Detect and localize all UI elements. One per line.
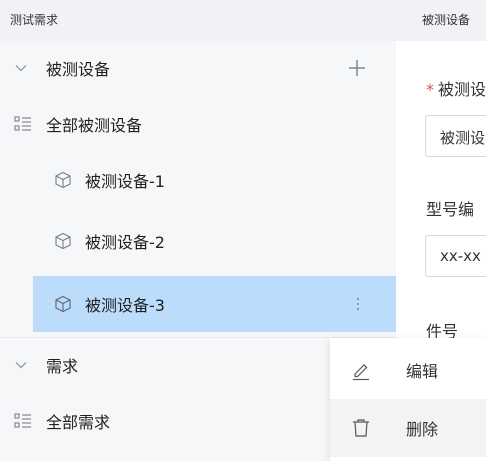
model-input[interactable]: xx-xx [425, 235, 486, 277]
group-header-devices[interactable]: 被测设备 [0, 41, 396, 95]
cube-icon [55, 232, 71, 250]
tree-panel-header: 测试需求 [0, 0, 396, 41]
name-input[interactable]: 被测设 [425, 115, 486, 157]
cube-icon [55, 295, 71, 313]
tree-item-label: 全部被测设备 [46, 116, 143, 135]
group-title: 需求 [46, 357, 79, 376]
tree-item-label: 全部需求 [46, 413, 111, 432]
tree-item-label: 被测设备-1 [85, 172, 165, 191]
list-icon [14, 413, 31, 428]
menu-item-delete[interactable]: 删除 [330, 399, 486, 457]
tree-item-label: 被测设备-3 [85, 296, 165, 315]
context-menu: 编辑 删除 [330, 338, 486, 461]
tree-item-device[interactable]: 被测设备-1 [0, 153, 396, 207]
cube-icon [55, 171, 71, 189]
field-label-model: 型号编 [426, 200, 475, 219]
detail-panel-title: 被测设备 [422, 13, 471, 27]
tree-item-label: 被测设备-2 [85, 233, 165, 252]
tree-item-all-devices[interactable]: 全部被测设备 [0, 97, 396, 151]
add-icon[interactable] [348, 59, 366, 77]
required-mark: * [426, 80, 434, 99]
detail-panel-header: 被测设备 [396, 0, 486, 41]
chevron-down-icon[interactable] [14, 358, 28, 372]
input-value: xx-xx [440, 247, 481, 265]
tree-item-device[interactable]: 被测设备-2 [0, 214, 396, 268]
menu-item-label: 编辑 [406, 362, 439, 381]
input-value: 被测设 [440, 129, 486, 147]
panel-title: 测试需求 [10, 13, 59, 27]
menu-item-edit[interactable]: 编辑 [330, 341, 486, 399]
list-icon [14, 116, 31, 131]
trash-icon [353, 419, 369, 437]
chevron-down-icon[interactable] [14, 61, 28, 75]
menu-item-label: 删除 [406, 420, 439, 439]
edit-icon [353, 364, 369, 381]
tree-item-device-selected[interactable]: 被测设备-3 [33, 276, 396, 332]
more-vertical-icon[interactable] [356, 297, 360, 311]
group-title: 被测设备 [46, 60, 111, 79]
field-label-name: * 被测设 [426, 80, 486, 99]
